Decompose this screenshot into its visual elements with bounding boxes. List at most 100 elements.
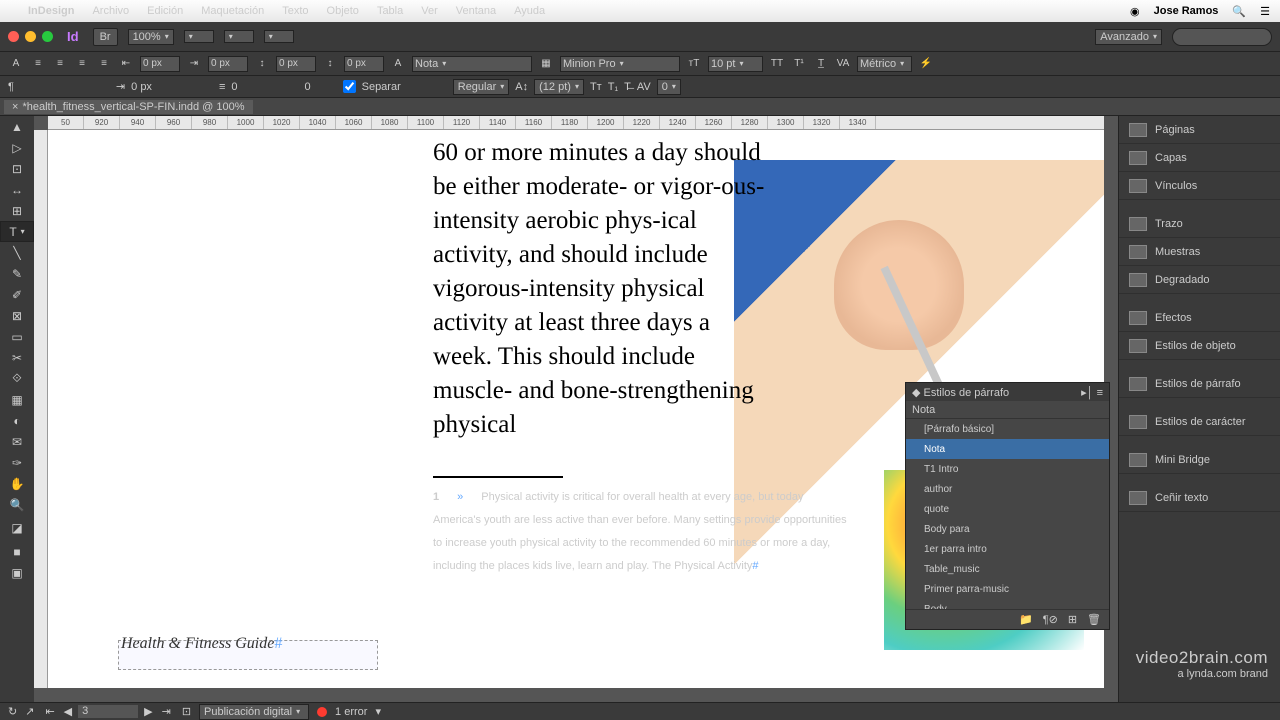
menu-ver[interactable]: Ver (421, 5, 438, 17)
arrange[interactable] (264, 30, 294, 43)
panel-estilos-parrafo[interactable]: Estilos de párrafo (1119, 370, 1280, 398)
pen-tool[interactable]: ✎ (0, 263, 34, 284)
kerning-field[interactable]: Métrico (857, 56, 912, 72)
app-menu[interactable]: InDesign (28, 5, 74, 17)
preflight-menu-icon[interactable]: ▾ (375, 705, 381, 718)
style-t1-intro[interactable]: T1 Intro (906, 459, 1109, 479)
menu-archivo[interactable]: Archivo (92, 5, 129, 17)
apply-color[interactable]: ■ (0, 541, 34, 562)
gradient-feather-tool[interactable]: ◐ (0, 410, 34, 431)
baseline-icon[interactable]: ≡ (219, 81, 225, 93)
export-icon[interactable]: ↗ (25, 705, 34, 718)
running-footer[interactable]: Health & Fitness Guide (121, 635, 282, 653)
page-tool[interactable]: ⊡ (0, 158, 34, 179)
menu-edicion[interactable]: Edición (147, 5, 183, 17)
tracking-field[interactable]: 0 (657, 79, 681, 95)
space-before-field[interactable]: 0 px (276, 56, 316, 72)
content-collector-tool[interactable]: ⊞ (0, 200, 34, 221)
preflight-errors[interactable]: 1 error (335, 706, 367, 718)
sync-icon[interactable]: ↻ (8, 705, 17, 718)
character-icon[interactable]: A (8, 56, 24, 72)
paragraph-styles-panel[interactable]: ◆ Estilos de párrafo▸│ ≡ Nota [Párrafo b… (905, 382, 1110, 630)
style-basic[interactable]: [Párrafo básico] (906, 419, 1109, 439)
panel-efectos[interactable]: Efectos (1119, 304, 1280, 332)
workspace-switcher[interactable]: Avanzado (1095, 29, 1162, 45)
cc-icon[interactable]: ◉ (1130, 5, 1140, 18)
quick-apply-icon[interactable]: ⚡ (918, 56, 934, 72)
selection-tool[interactable]: ▲ (0, 116, 34, 137)
style-table-music[interactable]: Table_music (906, 559, 1109, 579)
style-author[interactable]: author (906, 479, 1109, 499)
space-before-icon[interactable]: ↕ (254, 56, 270, 72)
search-field[interactable] (1172, 28, 1272, 46)
style-body-para[interactable]: Body para (906, 519, 1109, 539)
scissors-tool[interactable]: ✂ (0, 347, 34, 368)
clear-override-icon[interactable]: ¶⊘ (1043, 613, 1058, 626)
screen-mode[interactable] (224, 30, 254, 43)
type-tool[interactable]: T (0, 221, 34, 242)
intent-dropdown[interactable]: Publicación digital (199, 704, 309, 720)
font-style-dropdown[interactable]: Regular (453, 79, 510, 95)
fontsize-icon[interactable]: тТ (686, 56, 702, 72)
menu-objeto[interactable]: Objeto (327, 5, 359, 17)
space-after-field[interactable]: 0 px (344, 56, 384, 72)
error-badge-icon[interactable] (317, 707, 327, 717)
indent-right-field[interactable]: 0 px (131, 81, 152, 93)
free-transform-tool[interactable]: ⟐ (0, 368, 34, 389)
style-list[interactable]: [Párrafo básico] Nota T1 Intro author qu… (906, 419, 1109, 609)
zoom-level[interactable]: 100% (128, 29, 174, 45)
paragraph-style-dropdown[interactable]: Nota (412, 56, 532, 72)
space-after-icon[interactable]: ↕ (322, 56, 338, 72)
style-quote[interactable]: quote (906, 499, 1109, 519)
indent-left-field[interactable]: 0 px (140, 56, 180, 72)
gradient-tool[interactable]: ▦ (0, 389, 34, 410)
indent-right-icon[interactable]: ⇥ (116, 80, 125, 93)
smallcaps-icon[interactable]: Tт (590, 81, 602, 93)
zoom-tool[interactable]: 🔍 (0, 494, 34, 515)
body-text-frame[interactable]: 60 or more minutes a day should be eithe… (433, 136, 768, 442)
page-number-field[interactable]: 3 (78, 705, 138, 718)
baseline-field[interactable]: 0 (231, 81, 237, 93)
preset-icon[interactable]: ⊡ (182, 705, 191, 718)
leading-icon[interactable]: A↕ (515, 81, 528, 93)
close-icon[interactable] (8, 31, 19, 42)
strikethrough-icon[interactable]: T̶ (624, 81, 631, 93)
align-left-icon[interactable]: ≡ (30, 56, 46, 72)
folder-icon[interactable]: 📁 (1019, 613, 1033, 626)
next-page-icon[interactable]: ▶ (141, 705, 155, 718)
subscript-icon[interactable]: T₁ (608, 81, 618, 93)
superscript-icon[interactable]: T¹ (791, 56, 807, 72)
indent-left-icon[interactable]: ⇤ (118, 56, 134, 72)
gap-tool[interactable]: ↔ (0, 179, 34, 200)
note-tool[interactable]: ✉ (0, 431, 34, 452)
pencil-tool[interactable]: ✐ (0, 284, 34, 305)
bridge-button[interactable]: Br (93, 28, 118, 46)
new-style-icon[interactable]: ⊞ (1068, 613, 1077, 626)
window-controls[interactable] (8, 31, 53, 42)
vertical-ruler[interactable] (34, 130, 48, 688)
rectangle-frame-tool[interactable]: ⊠ (0, 305, 34, 326)
align-center-icon[interactable]: ≡ (52, 56, 68, 72)
style-body[interactable]: Body (906, 599, 1109, 609)
dropcap-icon[interactable]: A (390, 56, 406, 72)
hyphenate-checkbox[interactable] (343, 80, 356, 93)
panel-paginas[interactable]: Páginas (1119, 116, 1280, 144)
fill-stroke-swap[interactable]: ◪ (0, 515, 34, 541)
indent-first-field[interactable]: 0 px (208, 56, 248, 72)
last-page-icon[interactable]: ⇥ (159, 705, 174, 718)
allcaps-icon[interactable]: TT (769, 56, 785, 72)
menu-tabla[interactable]: Tabla (377, 5, 403, 17)
menu-ventana[interactable]: Ventana (456, 5, 496, 17)
prev-page-icon[interactable]: ◀ (61, 705, 75, 718)
indent-first-icon[interactable]: ⇥ (186, 56, 202, 72)
menu-icon[interactable]: ☰ (1260, 5, 1270, 18)
tracking-icon[interactable]: AV (637, 81, 651, 93)
view-mode[interactable]: ▣ (0, 562, 34, 583)
panel-estilos-caracter[interactable]: Estilos de carácter (1119, 408, 1280, 436)
first-page-icon[interactable]: ⇤ (42, 705, 57, 718)
delete-style-icon[interactable]: 🗑 (1087, 613, 1101, 626)
panel-mini-bridge[interactable]: Mini Bridge (1119, 446, 1280, 474)
rectangle-tool[interactable]: ▭ (0, 326, 34, 347)
collapse-icon[interactable]: ▸│ ≡ (1081, 386, 1103, 399)
minimize-icon[interactable] (25, 31, 36, 42)
